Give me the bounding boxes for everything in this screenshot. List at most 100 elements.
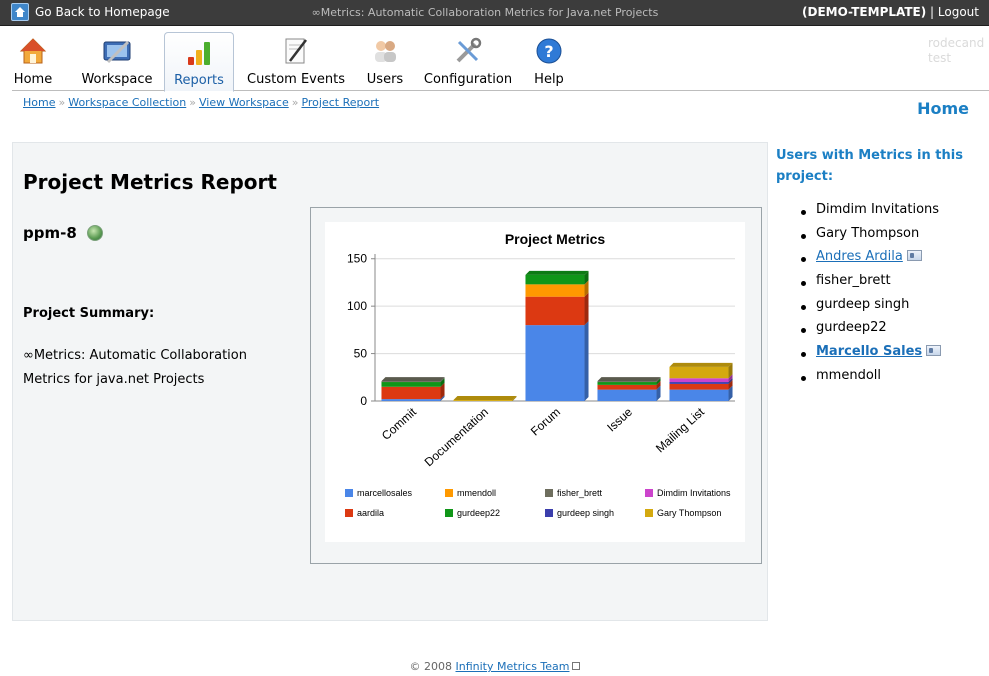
user-name: Gary Thompson [816, 225, 920, 241]
x-tick-label: Commit [379, 404, 420, 443]
team-link[interactable]: Infinity Metrics Team [456, 660, 570, 673]
nav-workspace[interactable]: Workspace [79, 32, 155, 91]
bar-segment [525, 284, 585, 297]
chart-frame: Project Metrics 0 50 100 150 Commit Documentat… [310, 207, 762, 564]
nav-workspace-label: Workspace [81, 72, 153, 87]
user-name: gurdeep singh [816, 296, 910, 312]
project-summary-label: Project Summary: [23, 306, 155, 321]
breadcrumb-project-report[interactable]: Project Report [301, 96, 379, 109]
legend-label: marcellosales [357, 488, 413, 498]
user-list-item: gurdeep singh [800, 296, 941, 321]
user-list-item: gurdeep22 [800, 320, 941, 344]
bar-top [669, 362, 733, 367]
bar-segment [525, 274, 585, 285]
legend-label: Dimdim Invitations [657, 488, 731, 498]
bar-segment [669, 382, 729, 384]
project-metrics-chart: Project Metrics 0 50 100 150 Commit Documentat… [345, 231, 735, 518]
report-panel: Project Metrics Report ppm-8 Project Sum… [12, 142, 768, 621]
bar-top [597, 377, 661, 382]
separator: | [926, 5, 938, 19]
reports-icon [188, 42, 210, 65]
bar-segment [381, 381, 441, 383]
project-name: ppm-8 [23, 224, 77, 242]
bar-segment [525, 325, 585, 401]
users-heading: Users with Metrics in this project: [776, 148, 963, 184]
page-title: Project Metrics Report [23, 170, 277, 194]
user-list-item: mmendoll [800, 368, 941, 392]
logout-link[interactable]: Logout [938, 5, 979, 19]
bar-segment [525, 296, 585, 326]
x-tick-label: Forum [528, 405, 563, 439]
breadcrumb-view-workspace[interactable]: View Workspace [199, 96, 289, 109]
legend-label: gurdeep22 [457, 508, 500, 518]
legend-label: Gary Thompson [657, 508, 721, 518]
external-link-icon [571, 662, 580, 670]
main-nav: Home Workspace Reports Custom Events Use… [12, 27, 989, 92]
x-tick-label: Issue [604, 405, 635, 435]
user-list-item: Gary Thompson [800, 225, 941, 250]
legend-swatch [545, 509, 553, 517]
breadcrumb-home[interactable]: Home [23, 96, 55, 109]
user-list-item: fisher_brett [800, 273, 941, 297]
y-tick-label: 100 [347, 299, 367, 313]
user-card-icon[interactable] [926, 345, 942, 357]
copyright-text: © 2008 [409, 660, 456, 673]
user-link[interactable]: Andres Ardila [816, 249, 903, 264]
bar-segment [597, 382, 657, 385]
legend-label: gurdeep singh [557, 508, 614, 518]
nav-home-label: Home [13, 72, 53, 87]
project-summary-text: ∞Metrics: Automatic Collaboration Metric… [23, 348, 247, 387]
users-icon [375, 41, 396, 62]
y-tick-label: 50 [354, 347, 368, 361]
nav-help-label: Help [534, 72, 564, 87]
legend-swatch [445, 509, 453, 517]
bar-segment [597, 389, 657, 401]
nav-help[interactable]: ? Help [532, 32, 566, 91]
bar-segment-side [584, 321, 589, 401]
bar-segment [381, 382, 441, 387]
nav-configuration[interactable]: Configuration [420, 32, 516, 91]
bar-top [453, 396, 517, 401]
app-title: ∞Metrics: Automatic Collaboration Metric… [311, 6, 659, 19]
user-link[interactable]: Marcello Sales [816, 344, 922, 359]
sidebar-home-heading: Home [917, 99, 969, 118]
user-list-item[interactable]: Andres Ardila [800, 249, 941, 273]
back-to-homepage-link[interactable]: Go Back to Homepage [35, 5, 170, 19]
configuration-icon [456, 37, 482, 63]
chart-title: Project Metrics [505, 231, 606, 247]
workspace-icon [103, 40, 131, 64]
breadcrumb: Home» Workspace Collection» View Workspace… [23, 96, 380, 109]
nav-configuration-label: Configuration [423, 72, 513, 87]
help-icon: ? [536, 38, 562, 64]
legend-label: aardila [357, 508, 384, 518]
y-tick-label: 150 [347, 252, 367, 266]
breadcrumb-workspace-collection[interactable]: Workspace Collection [68, 96, 186, 109]
nav-reports[interactable]: Reports [164, 32, 234, 92]
legend-swatch [345, 489, 353, 497]
account-area: (DEMO-TEMPLATE) | Logout [802, 5, 979, 19]
top-bar: Go Back to Homepage ∞Metrics: Automatic … [0, 0, 989, 26]
x-tick-label: Documentation [422, 405, 491, 469]
bar-segment [381, 399, 441, 401]
home-small-icon[interactable] [11, 3, 29, 21]
nav-custom-events-label: Custom Events [247, 72, 345, 87]
legend-swatch [545, 489, 553, 497]
bar-segment [669, 383, 729, 390]
nav-users-label: Users [366, 72, 404, 87]
nav-home[interactable]: Home [12, 32, 54, 91]
svg-text:?: ? [544, 42, 553, 61]
bar-top [381, 377, 445, 382]
template-label: (DEMO-TEMPLATE) [802, 5, 927, 19]
user-list-item[interactable]: Marcello Sales [800, 344, 942, 368]
bar-segment [669, 366, 729, 379]
user-list-item: Dimdim Invitations [800, 202, 941, 226]
bar-segment [381, 386, 441, 400]
user-card-icon[interactable] [906, 250, 922, 262]
nav-users[interactable]: Users [364, 32, 406, 91]
bar-segment [597, 384, 657, 390]
feed-icon[interactable] [87, 225, 103, 241]
legend-swatch [345, 509, 353, 517]
bar-segment [669, 378, 729, 383]
users-list: Dimdim Invitations Gary Thompson Andres Ar… [800, 202, 942, 392]
nav-custom-events[interactable]: Custom Events [243, 32, 349, 91]
